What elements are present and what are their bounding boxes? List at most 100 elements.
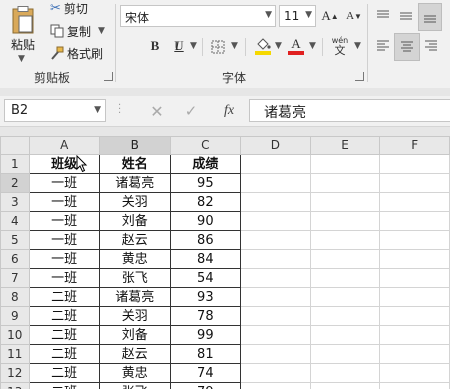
cell-e8[interactable] [309, 287, 381, 307]
row-header[interactable]: 8 [0, 287, 30, 307]
formula-input[interactable]: 诸葛亮 [249, 99, 450, 122]
fill-color-button[interactable] [252, 35, 274, 57]
column-header-f[interactable]: F [379, 136, 450, 155]
format-painter-button[interactable]: 格式刷 [50, 44, 103, 62]
cell-a3[interactable]: 一班 [28, 192, 100, 212]
borders-dropdown-icon[interactable]: ▼ [231, 41, 238, 51]
cell-e13[interactable] [309, 382, 381, 389]
cell-d2[interactable] [239, 173, 311, 193]
cell-c9[interactable]: 78 [169, 306, 241, 326]
cell-c13[interactable]: 79 [169, 382, 241, 389]
cell-a1[interactable]: 班级 [28, 154, 100, 174]
cell-f5[interactable] [379, 230, 450, 250]
cell-e5[interactable] [309, 230, 381, 250]
underline-button[interactable]: U [170, 36, 188, 56]
align-center-button[interactable] [394, 33, 420, 61]
cell-d12[interactable] [239, 363, 311, 383]
confirm-entry-button[interactable]: ✓ [180, 100, 202, 122]
font-color-button[interactable]: A [286, 35, 306, 57]
cell-c2[interactable]: 95 [169, 173, 241, 193]
column-header-a[interactable]: A [28, 136, 100, 155]
cell-b6[interactable]: 黄忠 [98, 249, 171, 269]
cell-b4[interactable]: 刘备 [98, 211, 171, 231]
phonetic-dropdown-icon[interactable]: ▼ [354, 41, 361, 51]
cell-e6[interactable] [309, 249, 381, 269]
cell-a12[interactable]: 二班 [28, 363, 100, 383]
copy-dropdown-icon[interactable]: ▼ [98, 26, 105, 36]
cell-f2[interactable] [379, 173, 450, 193]
cell-e11[interactable] [309, 344, 381, 364]
row-header[interactable]: 3 [0, 192, 30, 212]
cell-d6[interactable] [239, 249, 311, 269]
phonetic-guide-button[interactable]: wén 文 [328, 34, 352, 58]
cell-e10[interactable] [309, 325, 381, 345]
increase-font-size-button[interactable]: A ▲ [319, 6, 341, 26]
cell-e9[interactable] [309, 306, 381, 326]
font-size-select[interactable]: 11 ▼ [279, 5, 316, 27]
row-header[interactable]: 12 [0, 363, 30, 383]
cell-b5[interactable]: 赵云 [98, 230, 171, 250]
cell-b12[interactable]: 黄忠 [98, 363, 171, 383]
font-family-select[interactable]: 宋体 ▼ [120, 5, 276, 27]
cell-d9[interactable] [239, 306, 311, 326]
align-middle-button[interactable] [395, 5, 417, 27]
row-header[interactable]: 2 [0, 173, 30, 193]
select-all-corner[interactable] [0, 136, 30, 155]
cell-a8[interactable]: 二班 [28, 287, 100, 307]
row-header[interactable]: 9 [0, 306, 30, 326]
column-header-e[interactable]: E [309, 136, 381, 155]
cell-b7[interactable]: 张飞 [98, 268, 171, 288]
cell-d10[interactable] [239, 325, 311, 345]
paste-dropdown-icon[interactable]: ▼ [18, 54, 25, 64]
cell-f3[interactable] [379, 192, 450, 212]
cell-b3[interactable]: 关羽 [98, 192, 171, 212]
font-color-dropdown-icon[interactable]: ▼ [309, 41, 316, 51]
cell-d1[interactable] [239, 154, 311, 174]
row-header[interactable]: 13 [0, 382, 30, 389]
cell-a2[interactable]: 一班 [28, 173, 100, 193]
cell-a5[interactable]: 一班 [28, 230, 100, 250]
column-header-c[interactable]: C [169, 136, 241, 155]
fill-color-dropdown-icon[interactable]: ▼ [275, 41, 282, 51]
cell-d13[interactable] [239, 382, 311, 389]
cell-c6[interactable]: 84 [169, 249, 241, 269]
cell-e7[interactable] [309, 268, 381, 288]
cell-e12[interactable] [309, 363, 381, 383]
cell-c8[interactable]: 93 [169, 287, 241, 307]
name-box[interactable]: B2 ▼ [4, 99, 106, 122]
cell-d11[interactable] [239, 344, 311, 364]
row-header[interactable]: 4 [0, 211, 30, 231]
cell-f13[interactable] [379, 382, 450, 389]
cell-c7[interactable]: 54 [169, 268, 241, 288]
row-header[interactable]: 7 [0, 268, 30, 288]
cut-button[interactable]: ✂ 剪切 [50, 0, 88, 16]
align-bottom-button[interactable] [418, 3, 442, 31]
cell-c4[interactable]: 90 [169, 211, 241, 231]
align-top-button[interactable] [372, 5, 394, 27]
cell-a10[interactable]: 二班 [28, 325, 100, 345]
cell-f12[interactable] [379, 363, 450, 383]
cell-b2[interactable]: 诸葛亮 [98, 173, 171, 193]
cell-f6[interactable] [379, 249, 450, 269]
row-header[interactable]: 6 [0, 249, 30, 269]
row-header[interactable]: 10 [0, 325, 30, 345]
cell-b8[interactable]: 诸葛亮 [98, 287, 171, 307]
cell-b13[interactable]: 张飞 [98, 382, 171, 389]
font-dialog-launcher-icon[interactable] [355, 72, 364, 81]
paste-button[interactable]: 粘贴 [4, 0, 42, 58]
cell-f4[interactable] [379, 211, 450, 231]
cell-b9[interactable]: 关羽 [98, 306, 171, 326]
cell-c5[interactable]: 86 [169, 230, 241, 250]
cell-f10[interactable] [379, 325, 450, 345]
cell-e3[interactable] [309, 192, 381, 212]
cell-e4[interactable] [309, 211, 381, 231]
decrease-font-size-button[interactable]: A ▼ [343, 6, 365, 26]
cell-c12[interactable]: 74 [169, 363, 241, 383]
cell-e2[interactable] [309, 173, 381, 193]
row-header[interactable]: 11 [0, 344, 30, 364]
cell-f9[interactable] [379, 306, 450, 326]
cell-d7[interactable] [239, 268, 311, 288]
align-left-button[interactable] [372, 35, 394, 57]
row-header[interactable]: 5 [0, 230, 30, 250]
cell-c11[interactable]: 81 [169, 344, 241, 364]
